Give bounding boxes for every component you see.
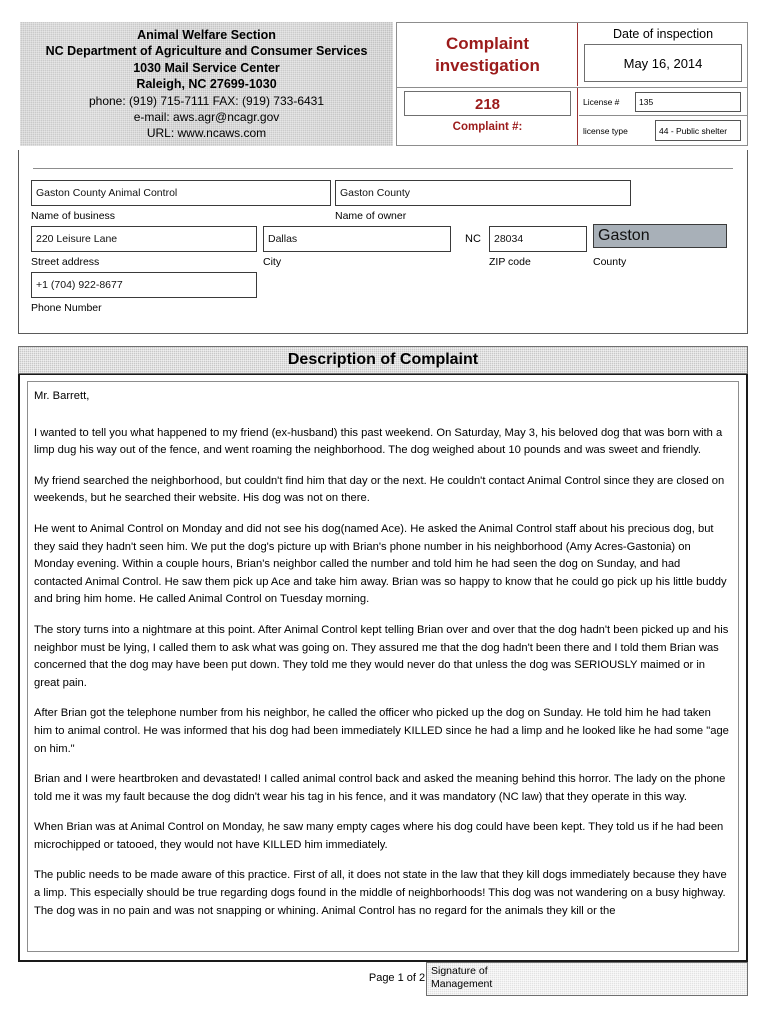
complaint-header-block: Complaint investigation Date of inspecti… <box>396 22 748 146</box>
agency-email: e-mail: aws.agr@ncagr.gov <box>133 110 280 125</box>
complaint-description-textarea[interactable]: Mr. Barrett, I wanted to tell you what ha… <box>27 381 739 952</box>
info-section-rule <box>33 168 733 169</box>
license-number-row: License # 135 <box>579 88 747 116</box>
description-paragraph: The story turns into a nightmare at this… <box>34 623 729 689</box>
description-outer-frame: Mr. Barrett, I wanted to tell you what ha… <box>18 374 748 962</box>
street-address-field[interactable]: 220 Leisure Lane <box>31 226 257 252</box>
license-number-label: License # <box>583 96 620 107</box>
street-address-label: Street address <box>31 256 100 268</box>
description-paragraph: Mr. Barrett, <box>34 390 90 402</box>
description-paragraph: When Brian was at Animal Control on Mond… <box>34 821 724 851</box>
complaint-number-label: Complaint #: <box>452 121 523 133</box>
license-number-field[interactable]: 135 <box>635 92 741 112</box>
date-of-inspection-label: Date of inspection <box>612 27 714 41</box>
date-of-inspection-cell: Date of inspection May 16, 2014 <box>579 24 747 86</box>
business-name-label: Name of business <box>31 210 116 222</box>
agency-url: URL: www.ncaws.com <box>146 126 267 141</box>
license-type-label: license type <box>583 125 628 136</box>
agency-department: NC Department of Agriculture and Consume… <box>45 44 368 59</box>
owner-name-label: Name of owner <box>335 210 407 222</box>
owner-name-field[interactable]: Gaston County <box>335 180 631 206</box>
form-title: Complaint investigation <box>398 23 578 86</box>
agency-phone-fax: phone: (919) 715-7111 FAX: (919) 733-643… <box>88 93 325 108</box>
complaint-investigation-form-page: Animal Welfare Section NC Department of … <box>0 0 770 1024</box>
phone-number-field[interactable]: +1 (704) 922-8677 <box>31 272 257 298</box>
complaint-number-field[interactable]: 218 <box>404 91 571 116</box>
business-info-section: Gaston County Animal Control Name of bus… <box>18 150 748 334</box>
county-field[interactable]: Gaston <box>593 224 727 248</box>
zip-code-label: ZIP code <box>489 256 531 268</box>
zip-code-field[interactable]: 28034 <box>489 226 587 252</box>
agency-address: 1030 Mail Service Center <box>133 60 280 75</box>
description-paragraph: Brian and I were heartbroken and devasta… <box>34 773 726 803</box>
state-value: NC <box>465 233 481 245</box>
license-type-field[interactable]: 44 - Public shelter <box>655 120 741 141</box>
license-type-row: license type 44 - Public shelter <box>579 116 747 145</box>
description-paragraph: My friend searched the neighborhood, but… <box>34 474 725 505</box>
agency-header-block: Animal Welfare Section NC Department of … <box>20 22 393 146</box>
signature-label-line1: Signature of <box>431 965 488 977</box>
description-paragraph: The public needs to be made aware of thi… <box>34 869 727 917</box>
business-name-field[interactable]: Gaston County Animal Control <box>31 180 331 206</box>
date-of-inspection-field[interactable]: May 16, 2014 <box>584 44 742 82</box>
description-paragraph: After Brian got the telephone number fro… <box>34 707 729 755</box>
description-paragraph: I wanted to tell you what happened to my… <box>34 426 723 457</box>
city-field[interactable]: Dallas <box>263 226 451 252</box>
form-title-line2: investigation <box>435 55 540 75</box>
description-section-title: Description of Complaint <box>18 346 748 374</box>
phone-number-label: Phone Number <box>31 302 102 314</box>
complaint-number-cell: 218 Complaint #: <box>398 88 578 145</box>
signature-label-line2: Management <box>431 978 493 990</box>
agency-name: Animal Welfare Section <box>137 28 276 42</box>
signature-of-management-field[interactable]: Signature of Management <box>426 962 748 996</box>
page-footer: Page 1 of 2 Signature of Management <box>18 962 748 1000</box>
form-title-line1: Complaint <box>445 33 530 53</box>
county-label: County <box>593 256 627 268</box>
description-paragraph: He went to Animal Control on Monday and … <box>34 522 727 606</box>
city-label: City <box>263 256 282 268</box>
agency-city-state-zip: Raleigh, NC 27699-1030 <box>136 77 277 92</box>
